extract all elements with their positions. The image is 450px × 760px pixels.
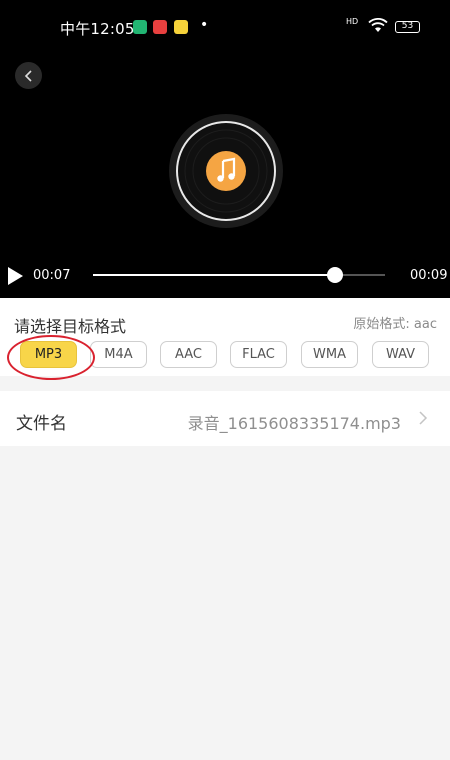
player-area: 中午12:05 • HD 53 00:07 00:09 — [0, 0, 450, 298]
format-chip-aac[interactable]: AAC — [160, 341, 217, 368]
battery-level: 53 — [401, 21, 414, 31]
progress-thumb[interactable] — [327, 267, 343, 283]
highlight-annotation — [7, 335, 95, 380]
notification-dot: • — [200, 17, 209, 33]
network-label: HD — [346, 17, 359, 26]
playback-controls: 00:07 00:09 — [0, 262, 450, 288]
wifi-icon — [368, 18, 388, 32]
format-chip-flac[interactable]: FLAC — [230, 341, 287, 368]
file-name-label: 文件名 — [16, 414, 67, 434]
back-button[interactable] — [15, 62, 42, 89]
format-chip-wma[interactable]: WMA — [301, 341, 358, 368]
signal-icon: HD — [346, 18, 358, 26]
shield-app-icon — [133, 20, 147, 34]
status-time: 中午12:05 — [60, 20, 135, 38]
status-bar: 中午12:05 • HD 53 — [0, 0, 450, 56]
current-time: 00:07 — [33, 268, 71, 283]
original-format: 原始格式: aac — [353, 317, 437, 332]
chevron-left-icon — [24, 69, 32, 82]
format-chip-wav[interactable]: WAV — [372, 341, 429, 368]
duration-time: 00:09 — [410, 268, 448, 283]
camera-app-icon — [153, 20, 167, 34]
battery-icon: 53 — [395, 21, 420, 33]
chevron-right-icon — [419, 411, 428, 425]
progress-fill — [93, 274, 335, 276]
progress-slider[interactable] — [93, 267, 385, 283]
format-chip-m4a[interactable]: M4A — [90, 341, 147, 368]
file-name-value: 录音_1615608335174.mp3 — [187, 414, 401, 433]
meituan-app-icon — [174, 20, 188, 34]
file-name-row[interactable]: 文件名 录音_1615608335174.mp3 — [0, 391, 450, 446]
format-title: 请选择目标格式 — [14, 317, 127, 336]
vinyl-disc — [168, 113, 284, 229]
play-icon[interactable] — [6, 266, 24, 286]
